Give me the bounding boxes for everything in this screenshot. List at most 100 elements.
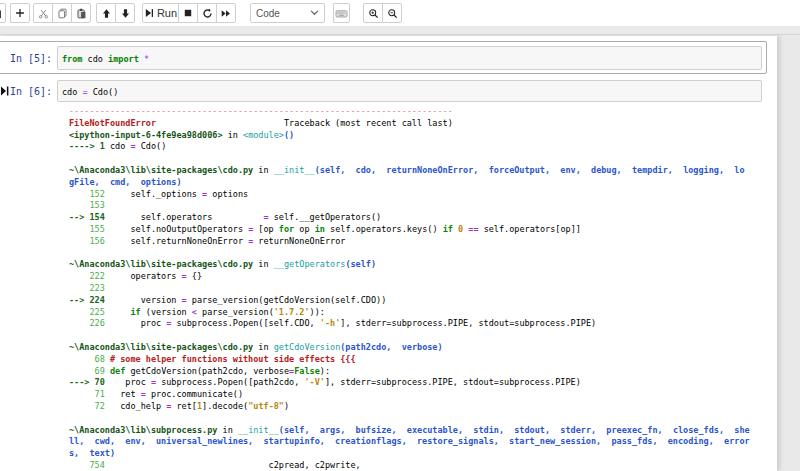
traceback-line: 152 self._options = options: [69, 189, 750, 201]
code-segment: 754: [69, 460, 105, 470]
traceback-line: --> 154 self.operators = self.__getOpera…: [69, 212, 750, 224]
code-segment: s, text): [69, 448, 115, 458]
code-segment: if: [443, 224, 453, 234]
code-segment: 68: [69, 354, 110, 364]
code-segment: ): [284, 401, 289, 411]
code-segment: FileNotFoundError: [69, 118, 156, 128]
traceback-line: --> 224 version = parse_version(getCdoVe…: [69, 295, 750, 307]
interrupt-kernel-button[interactable]: [178, 3, 198, 23]
copy-cells-button[interactable]: [52, 3, 72, 23]
code-segment: --> 224: [69, 295, 105, 305]
arrow-up-icon: [101, 8, 112, 19]
code-segment: options: [207, 189, 248, 199]
code-segment: 156: [69, 236, 105, 246]
code-segment: __init__: [274, 165, 315, 175]
paste-cells-button[interactable]: [71, 3, 91, 23]
zoom-out-button[interactable]: [382, 3, 402, 23]
cell2-input-area[interactable]: [57, 80, 762, 102]
code-segment: (self): [345, 259, 376, 269]
zoom-in-button[interactable]: [363, 3, 383, 23]
traceback-line: ----> 1 cdo = Cdo(): [69, 141, 750, 153]
input-prompt: In [6]:: [10, 86, 52, 97]
traceback-line: ll, cwd, env, universal_newlines, startu…: [69, 436, 750, 448]
code-segment: [op: [253, 224, 279, 234]
restart-kernel-button[interactable]: [197, 3, 217, 23]
code-segment: 225: [69, 307, 105, 317]
run-button[interactable]: Run: [142, 3, 179, 23]
code-segment: in: [253, 259, 273, 269]
code-segment: [105, 307, 131, 317]
run-button-label: Run: [157, 7, 177, 19]
traceback-line: ~\Anaconda3\lib\site-packages\cdo.py in …: [69, 165, 750, 177]
code-segment: *: [144, 54, 149, 64]
zoom-in-icon: [368, 8, 379, 19]
paste-icon: [76, 8, 87, 19]
code-segment: 72: [69, 401, 105, 411]
move-cell-down-button[interactable]: [115, 3, 135, 23]
code-segment: Cdo(): [88, 87, 119, 97]
code-segment: proc.communicate(): [146, 389, 243, 399]
traceback-line: FileNotFoundError Traceback (most recent…: [69, 118, 750, 130]
code-segment: cdo: [110, 141, 130, 151]
code-segment: ret[: [171, 401, 197, 411]
traceback-line: 68 # some helper functions without side …: [69, 354, 750, 366]
code-segment: cdo: [82, 54, 108, 64]
code-segment: if: [130, 307, 140, 317]
code-segment: --> 154: [69, 212, 105, 222]
traceback-line: 223: [69, 283, 750, 295]
code-segment: 69: [69, 366, 110, 376]
code-segment: in: [253, 165, 273, 175]
save-button[interactable]: [0, 3, 6, 23]
command-palette-button[interactable]: [333, 3, 350, 23]
cell1-input-area[interactable]: [57, 46, 762, 70]
error-output: ----------------------------------------…: [69, 106, 750, 471]
code-segment: proc: [105, 318, 166, 328]
code-segment: getCdoVersion: [274, 342, 341, 352]
cut-cells-button[interactable]: [33, 3, 53, 23]
code-segment: __getOperators: [274, 259, 346, 269]
code-segment: ll, cwd, env, universal_newlines, startu…: [69, 436, 750, 446]
code-segment: ----------------------------------------…: [69, 106, 453, 116]
code-segment: for: [279, 224, 294, 234]
code-segment: (self, args, bufsize, executable, stdin,…: [279, 425, 750, 435]
restart-icon: [202, 8, 213, 19]
code-segment: 223: [69, 283, 105, 293]
traceback-line: [69, 413, 750, 425]
traceback-line: 754 c2pread, c2pwrite,: [69, 460, 750, 471]
traceback-line: 153: [69, 200, 750, 212]
insert-cell-below-button[interactable]: [10, 3, 30, 23]
code-segment: ---> 70: [69, 377, 105, 387]
traceback-line: 222 operators = {}: [69, 271, 750, 283]
cell-type-select[interactable]: Code: [250, 3, 325, 23]
code-segment: ret: [105, 389, 141, 399]
code-segment: getCdoVersion(path2cdo, verbose: [125, 366, 289, 376]
code-line[interactable]: cdo = Cdo(): [62, 87, 118, 97]
traceback-line: [69, 330, 750, 342]
save-icon: [0, 8, 2, 19]
code-segment: # some helper functions without side eff…: [110, 354, 356, 364]
code-segment: self.operators: [105, 212, 264, 222]
code-segment: subprocess.Popen([path2cdo,: [156, 377, 304, 387]
traceback-line: 71 ret = proc.communicate(): [69, 389, 750, 401]
code-segment: ], stderr=subprocess.PIPE, stdout=subpro…: [325, 377, 581, 387]
traceback-line: <ipython-input-6-4fe9ea98d006> in <modul…: [69, 130, 750, 142]
code-line[interactable]: from cdo import *: [62, 54, 149, 64]
code-segment: returnNoneOnError: [253, 236, 345, 246]
code-segment: in: [223, 130, 243, 140]
code-segment: <module>: [243, 130, 284, 140]
copy-icon: [57, 8, 68, 19]
code-segment: <ipython-input-6-4fe9ea98d006>: [69, 130, 223, 140]
traceback-line: 72 cdo_help = ret[1].decode("utf-8"): [69, 401, 750, 413]
code-segment: Traceback (most recent call last): [156, 118, 453, 128]
traceback-line: ~\Anaconda3\lib\subprocess.py in __init_…: [69, 425, 750, 437]
scissors-icon: [38, 8, 49, 19]
move-cell-up-button[interactable]: [96, 3, 116, 23]
restart-run-all-button[interactable]: [216, 3, 236, 23]
traceback-line: 155 self.noOutputOperators = [op for op …: [69, 224, 750, 236]
zoom-out-icon: [387, 8, 398, 19]
arrow-down-icon: [120, 8, 131, 19]
code-segment: 152: [69, 189, 105, 199]
traceback-line: 69 def getCdoVersion(path2cdo, verbose=F…: [69, 366, 750, 378]
code-segment: self.__getOperators(): [269, 212, 382, 222]
code-segment: parse_version(: [197, 307, 274, 317]
